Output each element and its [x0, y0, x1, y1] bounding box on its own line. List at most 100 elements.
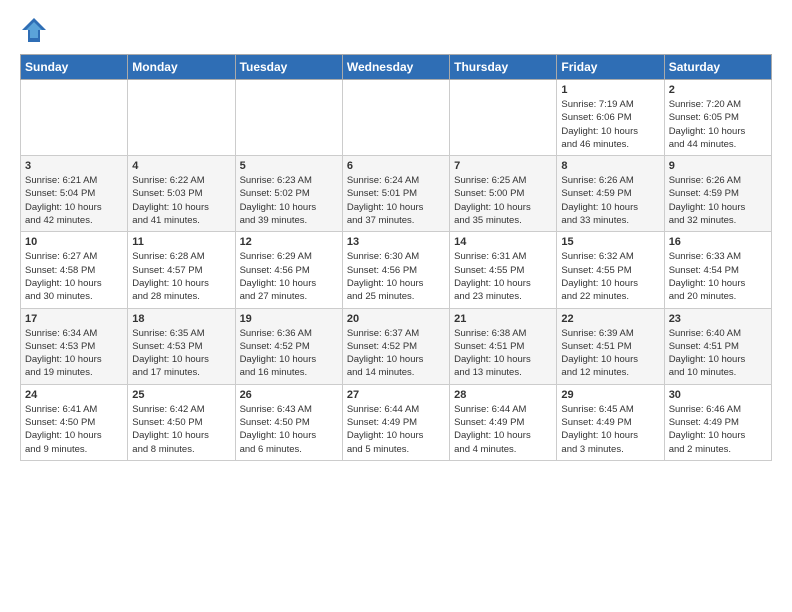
- day-cell: 10 Sunrise: 6:27 AM Sunset: 4:58 PM Dayli…: [21, 232, 128, 308]
- day-cell: 6 Sunrise: 6:24 AM Sunset: 5:01 PM Daylig…: [342, 156, 449, 232]
- weekday-header-tuesday: Tuesday: [235, 55, 342, 80]
- day-info: Sunrise: 6:40 AM Sunset: 4:51 PM Dayligh…: [669, 327, 767, 380]
- day-cell: 8 Sunrise: 6:26 AM Sunset: 4:59 PM Daylig…: [557, 156, 664, 232]
- day-number: 18: [132, 313, 230, 325]
- day-number: 12: [240, 236, 338, 248]
- day-cell: 22 Sunrise: 6:39 AM Sunset: 4:51 PM Dayli…: [557, 308, 664, 384]
- day-info: Sunrise: 6:34 AM Sunset: 4:53 PM Dayligh…: [25, 327, 123, 380]
- day-number: 2: [669, 84, 767, 96]
- day-cell: 21 Sunrise: 6:38 AM Sunset: 4:51 PM Dayli…: [450, 308, 557, 384]
- day-cell: 23 Sunrise: 6:40 AM Sunset: 4:51 PM Dayli…: [664, 308, 771, 384]
- weekday-header-thursday: Thursday: [450, 55, 557, 80]
- day-cell: 15 Sunrise: 6:32 AM Sunset: 4:55 PM Dayli…: [557, 232, 664, 308]
- day-info: Sunrise: 6:44 AM Sunset: 4:49 PM Dayligh…: [347, 403, 445, 456]
- day-info: Sunrise: 6:42 AM Sunset: 4:50 PM Dayligh…: [132, 403, 230, 456]
- day-number: 19: [240, 313, 338, 325]
- day-number: 10: [25, 236, 123, 248]
- day-number: 22: [561, 313, 659, 325]
- day-info: Sunrise: 6:37 AM Sunset: 4:52 PM Dayligh…: [347, 327, 445, 380]
- day-cell: 1 Sunrise: 7:19 AM Sunset: 6:06 PM Daylig…: [557, 80, 664, 156]
- day-info: Sunrise: 6:46 AM Sunset: 4:49 PM Dayligh…: [669, 403, 767, 456]
- week-row-4: 17 Sunrise: 6:34 AM Sunset: 4:53 PM Dayli…: [21, 308, 772, 384]
- logo-icon: [20, 16, 48, 44]
- day-info: Sunrise: 7:19 AM Sunset: 6:06 PM Dayligh…: [561, 98, 659, 151]
- day-number: 17: [25, 313, 123, 325]
- day-number: 8: [561, 160, 659, 172]
- day-info: Sunrise: 6:24 AM Sunset: 5:01 PM Dayligh…: [347, 174, 445, 227]
- day-cell: 25 Sunrise: 6:42 AM Sunset: 4:50 PM Dayli…: [128, 384, 235, 460]
- day-info: Sunrise: 6:22 AM Sunset: 5:03 PM Dayligh…: [132, 174, 230, 227]
- day-number: 7: [454, 160, 552, 172]
- day-cell: [21, 80, 128, 156]
- day-cell: 5Sunrise: 6:23 AM Sunset: 5:02 PM Daylig…: [235, 156, 342, 232]
- weekday-header-sunday: Sunday: [21, 55, 128, 80]
- day-info: Sunrise: 6:45 AM Sunset: 4:49 PM Dayligh…: [561, 403, 659, 456]
- day-info: Sunrise: 6:44 AM Sunset: 4:49 PM Dayligh…: [454, 403, 552, 456]
- day-cell: 19Sunrise: 6:36 AM Sunset: 4:52 PM Dayli…: [235, 308, 342, 384]
- day-cell: 12Sunrise: 6:29 AM Sunset: 4:56 PM Dayli…: [235, 232, 342, 308]
- day-number: 26: [240, 389, 338, 401]
- day-number: 28: [454, 389, 552, 401]
- calendar-table: SundayMondayTuesdayWednesdayThursdayFrid…: [20, 54, 772, 461]
- day-cell: 7 Sunrise: 6:25 AM Sunset: 5:00 PM Daylig…: [450, 156, 557, 232]
- day-cell: 13 Sunrise: 6:30 AM Sunset: 4:56 PM Dayli…: [342, 232, 449, 308]
- week-row-2: 3Sunrise: 6:21 AM Sunset: 5:04 PM Daylig…: [21, 156, 772, 232]
- day-number: 21: [454, 313, 552, 325]
- day-info: Sunrise: 6:25 AM Sunset: 5:00 PM Dayligh…: [454, 174, 552, 227]
- day-cell: 30 Sunrise: 6:46 AM Sunset: 4:49 PM Dayli…: [664, 384, 771, 460]
- day-number: 15: [561, 236, 659, 248]
- day-number: 11: [132, 236, 230, 248]
- day-info: Sunrise: 6:30 AM Sunset: 4:56 PM Dayligh…: [347, 250, 445, 303]
- day-info: Sunrise: 6:26 AM Sunset: 4:59 PM Dayligh…: [669, 174, 767, 227]
- day-cell: 26Sunrise: 6:43 AM Sunset: 4:50 PM Dayli…: [235, 384, 342, 460]
- week-row-3: 10 Sunrise: 6:27 AM Sunset: 4:58 PM Dayli…: [21, 232, 772, 308]
- day-number: 14: [454, 236, 552, 248]
- day-number: 13: [347, 236, 445, 248]
- week-row-1: 1 Sunrise: 7:19 AM Sunset: 6:06 PM Daylig…: [21, 80, 772, 156]
- day-cell: 28 Sunrise: 6:44 AM Sunset: 4:49 PM Dayli…: [450, 384, 557, 460]
- logo: [20, 16, 52, 44]
- week-row-5: 24Sunrise: 6:41 AM Sunset: 4:50 PM Dayli…: [21, 384, 772, 460]
- page-header: [20, 16, 772, 44]
- day-cell: 9 Sunrise: 6:26 AM Sunset: 4:59 PM Daylig…: [664, 156, 771, 232]
- day-cell: [235, 80, 342, 156]
- weekday-header-friday: Friday: [557, 55, 664, 80]
- day-number: 30: [669, 389, 767, 401]
- day-cell: 2 Sunrise: 7:20 AM Sunset: 6:05 PM Daylig…: [664, 80, 771, 156]
- day-number: 23: [669, 313, 767, 325]
- day-info: Sunrise: 6:23 AM Sunset: 5:02 PM Dayligh…: [240, 174, 338, 227]
- day-number: 4: [132, 160, 230, 172]
- day-cell: [450, 80, 557, 156]
- day-cell: 16 Sunrise: 6:33 AM Sunset: 4:54 PM Dayli…: [664, 232, 771, 308]
- day-cell: 29Sunrise: 6:45 AM Sunset: 4:49 PM Dayli…: [557, 384, 664, 460]
- day-number: 3: [25, 160, 123, 172]
- day-cell: [128, 80, 235, 156]
- day-cell: 4 Sunrise: 6:22 AM Sunset: 5:03 PM Daylig…: [128, 156, 235, 232]
- day-number: 16: [669, 236, 767, 248]
- day-info: Sunrise: 7:20 AM Sunset: 6:05 PM Dayligh…: [669, 98, 767, 151]
- day-number: 20: [347, 313, 445, 325]
- day-number: 6: [347, 160, 445, 172]
- day-cell: 17 Sunrise: 6:34 AM Sunset: 4:53 PM Dayli…: [21, 308, 128, 384]
- day-number: 25: [132, 389, 230, 401]
- day-number: 24: [25, 389, 123, 401]
- day-number: 9: [669, 160, 767, 172]
- day-info: Sunrise: 6:32 AM Sunset: 4:55 PM Dayligh…: [561, 250, 659, 303]
- weekday-header-monday: Monday: [128, 55, 235, 80]
- weekday-header-saturday: Saturday: [664, 55, 771, 80]
- day-cell: 20 Sunrise: 6:37 AM Sunset: 4:52 PM Dayli…: [342, 308, 449, 384]
- weekday-header-row: SundayMondayTuesdayWednesdayThursdayFrid…: [21, 55, 772, 80]
- day-info: Sunrise: 6:35 AM Sunset: 4:53 PM Dayligh…: [132, 327, 230, 380]
- weekday-header-wednesday: Wednesday: [342, 55, 449, 80]
- day-cell: [342, 80, 449, 156]
- day-cell: 11 Sunrise: 6:28 AM Sunset: 4:57 PM Dayli…: [128, 232, 235, 308]
- day-info: Sunrise: 6:27 AM Sunset: 4:58 PM Dayligh…: [25, 250, 123, 303]
- day-info: Sunrise: 6:26 AM Sunset: 4:59 PM Dayligh…: [561, 174, 659, 227]
- day-number: 27: [347, 389, 445, 401]
- day-info: Sunrise: 6:28 AM Sunset: 4:57 PM Dayligh…: [132, 250, 230, 303]
- day-info: Sunrise: 6:39 AM Sunset: 4:51 PM Dayligh…: [561, 327, 659, 380]
- day-number: 1: [561, 84, 659, 96]
- day-cell: 27 Sunrise: 6:44 AM Sunset: 4:49 PM Dayli…: [342, 384, 449, 460]
- day-info: Sunrise: 6:38 AM Sunset: 4:51 PM Dayligh…: [454, 327, 552, 380]
- day-info: Sunrise: 6:33 AM Sunset: 4:54 PM Dayligh…: [669, 250, 767, 303]
